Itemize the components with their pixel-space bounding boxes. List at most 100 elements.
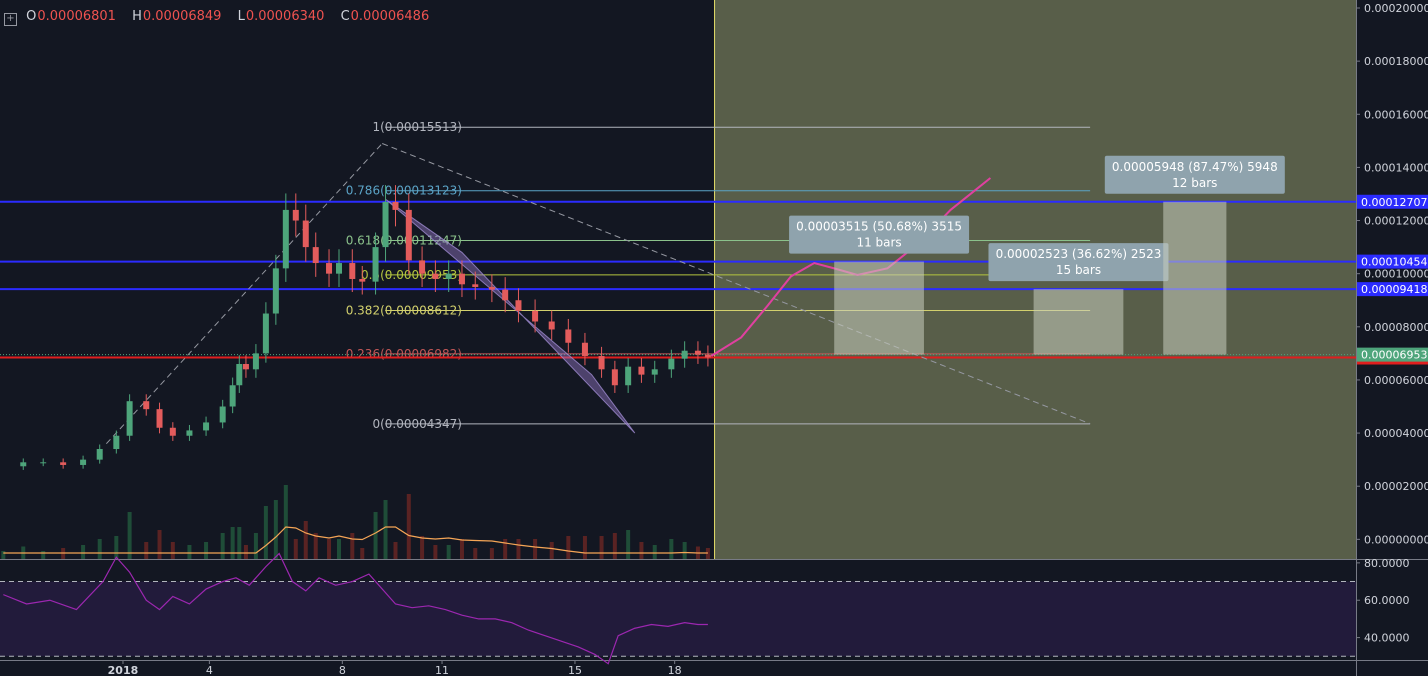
candle-body xyxy=(113,435,120,450)
candle-body xyxy=(445,273,452,279)
price-chart[interactable]: 0.00000000 0.00002000 0.00004000 0.00006000… xyxy=(0,0,1428,676)
candle-body xyxy=(326,263,333,274)
fib-level-label: 0.382(0.00008612) xyxy=(346,304,462,318)
candle-body xyxy=(359,278,366,282)
candle-body xyxy=(262,313,269,354)
low-value: 0.00006340 xyxy=(245,9,325,24)
time-axis-label: 8 xyxy=(339,664,346,676)
volume-bar xyxy=(420,536,425,559)
volume-bar xyxy=(459,539,464,559)
fib-level-label: 1(0.00015513) xyxy=(372,120,462,134)
volume-bar xyxy=(549,542,554,559)
candle-body xyxy=(392,201,399,210)
close-value: 0.00006486 xyxy=(350,9,430,24)
volume-bar xyxy=(1,551,6,559)
volume-bar xyxy=(652,545,657,559)
candle-body xyxy=(272,268,279,314)
volume-bar xyxy=(626,530,631,559)
candle-body xyxy=(488,286,495,290)
price-range-label-change: 0.00003515 (50.68%) 3515 xyxy=(796,220,962,234)
price-range-box[interactable] xyxy=(834,261,924,355)
time-axis-label: 15 xyxy=(568,664,582,676)
volume-bar xyxy=(144,542,149,559)
candle-body xyxy=(651,369,658,375)
price-axis-label: 0.00008000 xyxy=(1364,321,1428,334)
candle-body xyxy=(581,342,588,357)
candle-body xyxy=(282,209,289,269)
volume-bar xyxy=(489,548,494,559)
fib-level-label: 0.236(0.00006982) xyxy=(346,347,462,361)
candle-body xyxy=(186,430,193,436)
price-range-label-bars: 12 bars xyxy=(1172,176,1217,190)
plus-square-icon[interactable]: + xyxy=(4,13,17,26)
rsi-band-fill xyxy=(0,581,1356,657)
candle-body xyxy=(143,401,150,410)
time-axis-label: 4 xyxy=(206,664,213,676)
time-axis-label: 11 xyxy=(435,664,449,676)
volume-bar xyxy=(433,545,438,559)
price-axis-label: 0.00018000 xyxy=(1364,55,1428,68)
volume-bar xyxy=(230,527,235,559)
chart-root: 0.00000000 0.00002000 0.00004000 0.00006000… xyxy=(0,0,1428,676)
volume-bar xyxy=(383,500,388,559)
volume-bar xyxy=(41,551,46,559)
volume-bar xyxy=(337,539,341,559)
rsi-axis-label: 40.0000 xyxy=(1364,632,1410,645)
price-axis-label: 0.00004000 xyxy=(1364,427,1428,440)
candle-body xyxy=(302,220,309,248)
candle-body xyxy=(169,427,176,436)
fib-level-label: 0(0.00004347) xyxy=(372,417,462,431)
volume-bar xyxy=(639,542,644,559)
candle-body xyxy=(372,247,379,282)
high-value: 0.00006849 xyxy=(142,9,222,24)
candle-body xyxy=(704,354,711,358)
volume-bar xyxy=(360,548,365,559)
candle-body xyxy=(515,300,522,311)
candle-body xyxy=(336,263,342,274)
candle-body xyxy=(611,369,618,386)
candle-body xyxy=(668,358,675,370)
volume-bar xyxy=(263,506,268,559)
volume-bar xyxy=(114,536,119,559)
volume-bar xyxy=(669,539,674,559)
price-range-box[interactable] xyxy=(1033,289,1124,355)
volume-bar xyxy=(127,512,132,559)
volume-bar xyxy=(283,485,288,559)
open-key: O xyxy=(26,9,37,24)
candle-body xyxy=(405,209,412,261)
candle-body xyxy=(638,366,645,375)
level-price-label: 0.00009418 xyxy=(1361,283,1427,296)
candle-body xyxy=(681,350,688,359)
candle-body xyxy=(502,289,509,301)
volume-bar xyxy=(473,548,478,559)
price-axis-label: 0.00010000 xyxy=(1364,268,1428,281)
candle-body xyxy=(126,401,133,436)
volume-bar xyxy=(566,536,571,559)
volume-bar xyxy=(612,533,617,559)
volume-bar xyxy=(599,536,604,559)
volume-bar xyxy=(393,542,398,559)
price-axis-label: 0.00012000 xyxy=(1364,215,1428,228)
volume-bar xyxy=(157,530,162,559)
fib-level-label: 0.786(0.00013123) xyxy=(346,184,462,198)
candle-body xyxy=(694,350,701,355)
time-axis-label: 18 xyxy=(668,664,682,676)
volume-bar xyxy=(204,542,209,559)
volume-bar xyxy=(503,539,508,559)
volume-bar xyxy=(81,545,86,559)
volume-bar xyxy=(373,512,378,559)
candle-body xyxy=(80,459,87,465)
candle-body xyxy=(548,321,555,330)
close-key: C xyxy=(340,9,350,24)
candle-body xyxy=(60,462,67,465)
candle-body xyxy=(242,364,249,370)
price-range-box[interactable] xyxy=(1163,201,1227,355)
price-axis-label: 0.00000000 xyxy=(1364,533,1428,546)
level-price-label: 0.00012707 xyxy=(1361,196,1427,209)
candle-body xyxy=(40,462,47,464)
volume-bar xyxy=(243,545,248,559)
rsi-axis-label: 60.0000 xyxy=(1364,594,1410,607)
candle-body xyxy=(252,353,259,370)
price-range-label-change: 0.00005948 (87.47%) 5948 xyxy=(1112,160,1278,174)
candle-body xyxy=(382,201,389,248)
